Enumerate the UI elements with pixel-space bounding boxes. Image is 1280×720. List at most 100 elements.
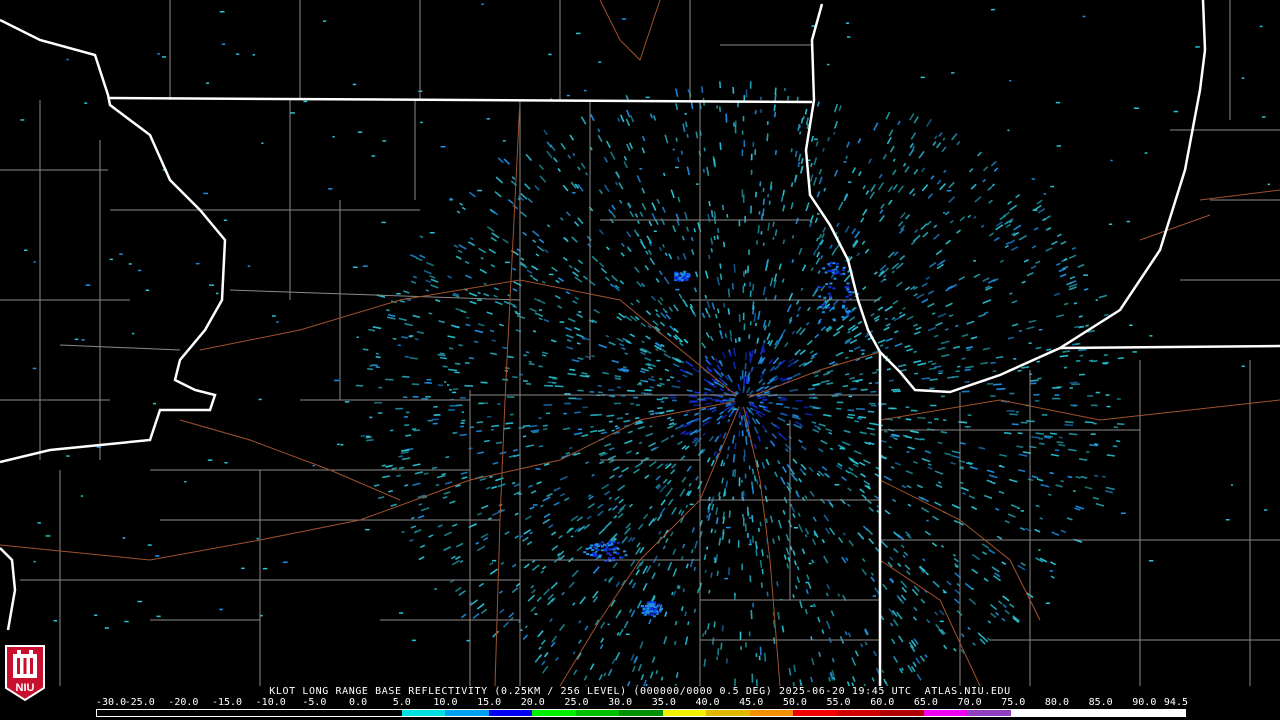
echo-speck xyxy=(672,568,678,577)
echo-speck xyxy=(209,284,214,286)
echo-speck xyxy=(792,372,801,378)
echo-speck xyxy=(943,212,946,214)
echo-speck xyxy=(640,322,647,328)
echo-speck xyxy=(927,326,937,332)
echo-speck xyxy=(411,639,416,642)
echo-speck xyxy=(843,274,851,283)
echo-speck xyxy=(828,264,832,267)
color-scale-label: -25.0 xyxy=(124,697,155,708)
echo-speck xyxy=(868,506,874,512)
echo-speck xyxy=(829,295,832,298)
echo-speck xyxy=(433,414,441,416)
echo-speck xyxy=(753,313,757,323)
echo-speck xyxy=(999,259,1004,263)
echo-speck xyxy=(371,364,375,367)
echo-speck xyxy=(109,258,113,261)
echo-speck xyxy=(641,187,646,194)
echo-speck xyxy=(870,576,876,583)
echo-speck xyxy=(584,625,589,631)
echo-speck xyxy=(1056,233,1062,238)
echo-speck xyxy=(535,468,541,470)
echo-speck xyxy=(828,431,833,435)
color-scale-swatch xyxy=(271,710,315,716)
echo-speck xyxy=(846,416,854,419)
echo-speck xyxy=(538,317,543,321)
echo-speck xyxy=(496,403,501,405)
echo-speck xyxy=(660,400,665,403)
echo-speck xyxy=(414,471,423,475)
color-scale-swatch xyxy=(706,710,750,716)
echo-speck xyxy=(1060,240,1067,245)
echo-speck xyxy=(247,265,251,267)
echo-speck xyxy=(848,395,853,398)
echo-speck xyxy=(562,184,569,192)
echo-speck xyxy=(1072,489,1077,493)
echo-speck xyxy=(912,661,917,668)
echo-speck xyxy=(803,406,809,409)
echo-speck xyxy=(781,278,785,283)
echo-speck xyxy=(634,417,640,420)
echo-speck xyxy=(971,568,979,575)
color-scale-label: -10.0 xyxy=(255,697,286,708)
echo-speck xyxy=(899,255,906,261)
echo-speck xyxy=(454,362,461,365)
echo-speck xyxy=(417,514,425,519)
echo-speck xyxy=(128,263,132,265)
echo-speck xyxy=(147,544,152,546)
echo-speck xyxy=(645,96,650,99)
echo-speck xyxy=(1067,448,1077,452)
echo-speck xyxy=(630,560,636,567)
echo-speck xyxy=(681,235,685,241)
echo-speck xyxy=(800,287,804,291)
echo-speck xyxy=(714,357,720,364)
echo-speck xyxy=(1072,404,1077,407)
echo-speck xyxy=(605,140,611,149)
echo-speck xyxy=(759,521,762,527)
echo-speck xyxy=(940,395,945,398)
echo-speck xyxy=(722,462,726,467)
echo-speck xyxy=(878,214,885,223)
echo-speck xyxy=(773,637,776,644)
echo-speck xyxy=(559,217,564,221)
echo-speck xyxy=(703,378,712,385)
echo-speck xyxy=(769,277,774,287)
echo-speck xyxy=(675,288,680,291)
echo-speck xyxy=(469,300,477,305)
echo-speck xyxy=(850,387,857,391)
echo-speck xyxy=(1024,527,1032,532)
echo-speck xyxy=(390,503,398,507)
echo-speck xyxy=(904,344,911,349)
echo-speck xyxy=(608,447,615,451)
echo-speck xyxy=(423,472,429,475)
echo-speck xyxy=(425,396,431,398)
echo-speck xyxy=(252,54,255,56)
echo-speck xyxy=(676,156,680,163)
echo-speck xyxy=(602,371,610,375)
echo-speck xyxy=(845,22,850,24)
echo-speck xyxy=(543,513,551,518)
echo-speck xyxy=(659,377,663,381)
color-scale-swatch xyxy=(619,710,663,716)
echo-speck xyxy=(808,562,812,565)
echo-speck xyxy=(860,643,864,648)
color-scale-swatch xyxy=(1141,710,1185,716)
echo-speck xyxy=(873,271,878,276)
echo-speck xyxy=(470,426,475,429)
echo-speck xyxy=(453,388,459,391)
echo-speck xyxy=(586,515,592,520)
echo-speck xyxy=(670,434,675,438)
echo-speck xyxy=(414,337,419,341)
echo-speck xyxy=(774,111,777,118)
echo-speck xyxy=(1066,517,1073,521)
echo-speck xyxy=(589,546,593,549)
echo-speck xyxy=(953,647,957,652)
echo-speck xyxy=(798,153,802,162)
echo-speck xyxy=(721,204,725,211)
echo-speck xyxy=(934,501,942,507)
echo-speck xyxy=(1085,324,1089,327)
echo-speck xyxy=(734,125,737,134)
echo-speck xyxy=(1120,512,1126,514)
echo-speck xyxy=(1043,193,1047,195)
echo-speck xyxy=(714,313,718,319)
echo-speck xyxy=(934,611,939,616)
